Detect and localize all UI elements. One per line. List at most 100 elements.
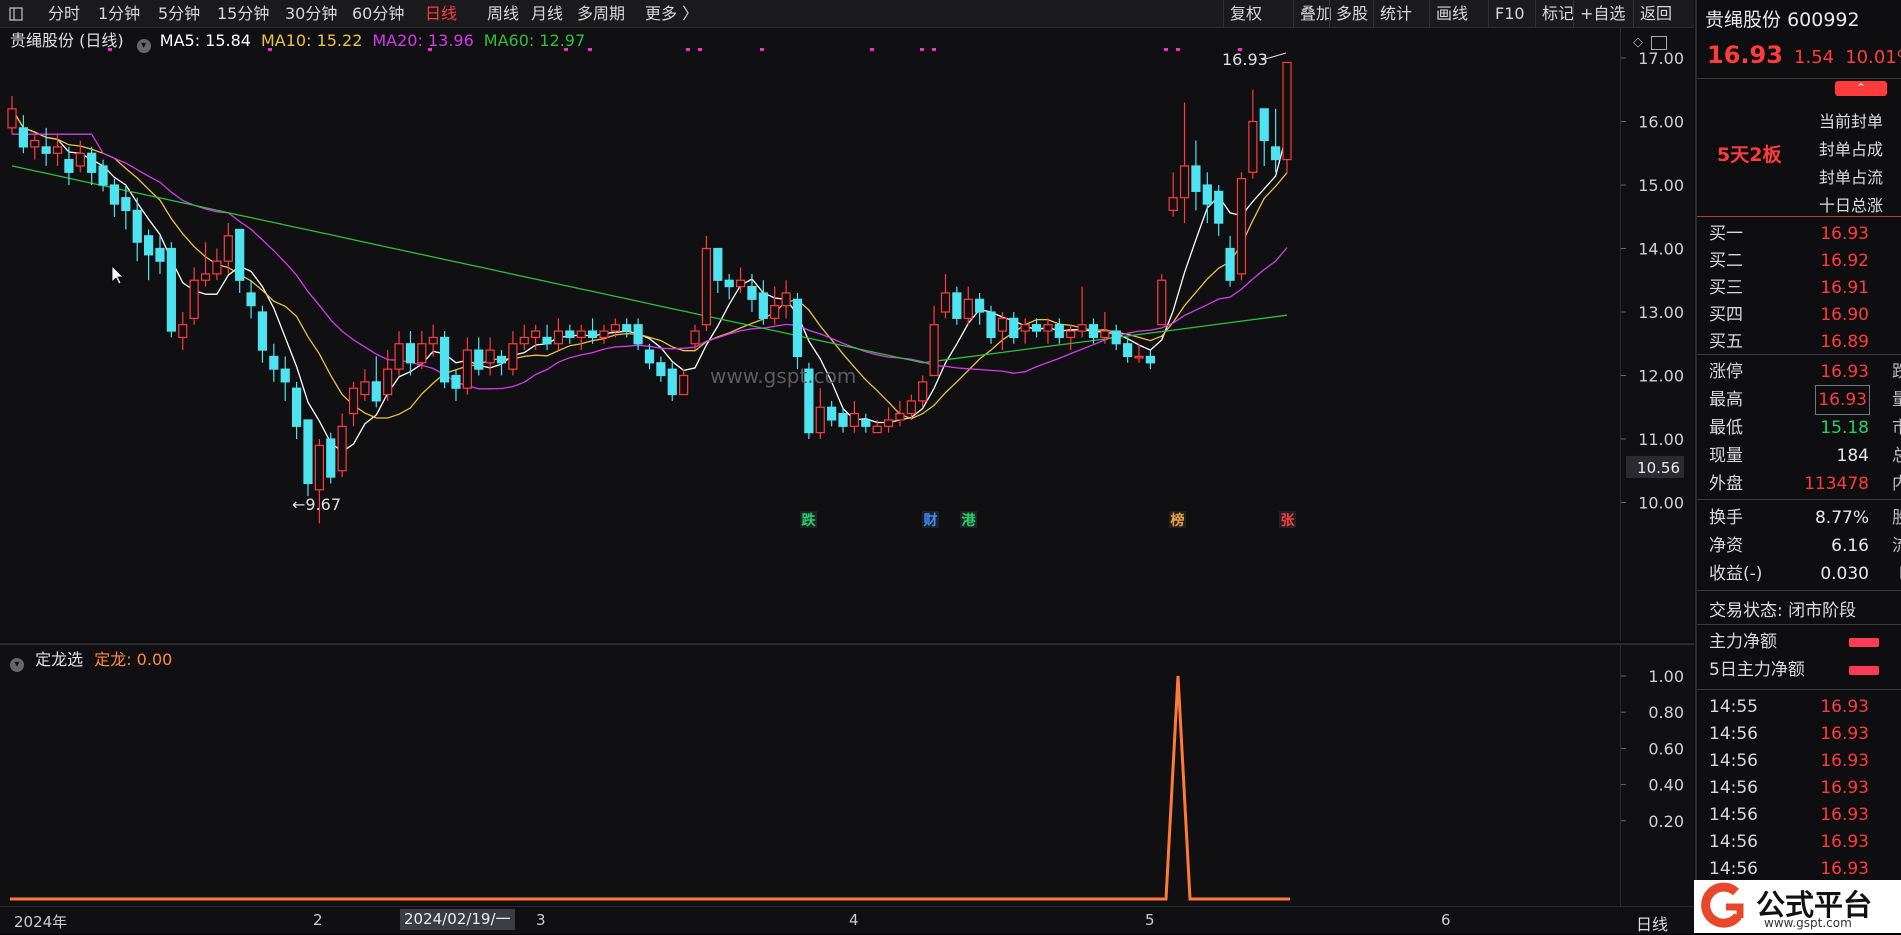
candle [667,362,677,401]
signal-marker [760,48,764,51]
candle [679,369,689,396]
brand-mark-icon [1701,882,1744,928]
candle [348,381,359,427]
stock-name: 贵绳股份 [1705,9,1782,31]
candle [144,229,154,281]
candle [929,305,939,377]
event-tag[interactable]: 榜 [1169,511,1186,529]
candle [417,331,427,370]
collapse-icon[interactable]: ⌃ [1835,81,1887,96]
legend-toggle-icon[interactable]: ▾ [136,39,151,53]
stat-row: 收益(-)0.030P [1697,560,1901,588]
indicator-panel[interactable]: 1.00 0.80 0.60 0.40 0.20 ▾ 定龙选 定龙: 0.00 [0,643,1694,907]
candle [1077,286,1087,338]
date-label-mar: 3 [536,911,546,929]
candle [1179,102,1190,224]
period-tab-7[interactable]: 周线 [487,3,519,24]
event-tag[interactable]: 跌 [800,511,817,529]
svg-text:港: 港 [962,512,977,529]
toolbar-separator [1373,0,1374,27]
seal-item: 封单占流 [1819,168,1884,187]
toolbar-button-2[interactable]: 多股 [1336,3,1368,24]
candle [940,273,951,319]
period-tab-5[interactable]: 60分钟 [352,3,404,24]
candle [291,381,302,439]
candle [975,292,985,325]
candle [1282,61,1292,174]
toolbar-separator [1573,0,1574,27]
date-label-year: 2024年 [14,913,68,931]
row-value: 16.93 [1820,778,1869,798]
row-value: 16.93 [1820,832,1869,852]
row-value: 16.93 [1820,362,1869,382]
kline-chart[interactable]: 17.00 16.00 15.00 14.00 13.00 12.00 11.00 10.00… [0,28,1694,641]
chart-settings-icon[interactable]: ◇ [1633,36,1647,50]
period-tab-8[interactable]: 月线 [531,3,563,24]
indicator-toggle-icon[interactable]: ▾ [10,658,24,672]
stat-row: 换手 8.77% 股 [1697,504,1901,532]
flow-label: 主力净额 [1709,632,1777,652]
period-tab-9[interactable]: 多周期 [577,3,625,24]
toolbar-button-8[interactable]: 返回 [1640,3,1672,24]
toolbar-button-1[interactable]: 叠加 [1300,3,1332,24]
tick-row: 14:56 16.93 [1697,747,1901,775]
candle [1248,89,1258,179]
row-value: 16.93 [1820,224,1869,244]
period-tab-6[interactable]: 日线 [425,3,457,24]
period-tab-10[interactable]: 更多 〉 [645,3,698,24]
candle [542,324,552,351]
seal-item: 当前封单 [1819,112,1884,131]
indicator-axis-panel [1620,645,1695,907]
menu-icon[interactable] [8,3,30,24]
candle [701,235,712,332]
candle [166,242,176,338]
period-tab-0[interactable]: 分时 [48,3,80,24]
candle [246,280,256,319]
event-tag[interactable]: 张 [1279,511,1296,529]
stat-row: 最低 15.18 市 [1697,414,1901,442]
brand-url: www.gspt.com [1764,916,1852,930]
candle [189,267,199,325]
row-value: 113478 [1804,474,1869,494]
stat-row: 外盘 113478 内 [1697,470,1901,498]
tick-row: 14:55 16.93 [1697,693,1901,721]
period-label[interactable]: 日线 [1636,911,1668,935]
candle [906,394,916,420]
period-tab-4[interactable]: 30分钟 [285,3,337,24]
dinglong-line [10,675,1290,901]
toolbar-separator [1488,0,1489,27]
candle [553,318,564,351]
candle [485,337,495,376]
row-value: 16.93 [1815,385,1870,415]
toolbar-separator [1633,0,1634,27]
candle [462,337,472,395]
panel-layout-icon[interactable] [1651,36,1667,50]
bid-row: 买四 16.90 [1697,301,1901,329]
indicator-legend: ▾ 定龙选 定龙: 0.00 [10,649,172,672]
candle [337,413,347,478]
mouse-cursor-icon [111,265,124,285]
toolbar-separator [1429,0,1430,27]
svg-text:榜: 榜 [1171,512,1185,529]
candle [269,343,279,382]
toolbar-button-3[interactable]: 统计 [1380,3,1412,24]
toolbar-button-4[interactable]: 画线 [1436,3,1468,24]
row-label: 外盘 [1709,474,1743,494]
toolbar-button-5[interactable]: F10 [1495,3,1525,24]
signal-marker [1176,48,1180,51]
candle [1214,185,1224,236]
period-tab-3[interactable]: 15分钟 [217,3,269,24]
period-tab-2[interactable]: 5分钟 [158,3,200,24]
toolbar-button-7[interactable]: +自选 [1580,3,1625,24]
row-label: 最低 [1709,418,1743,438]
candle [1225,235,1235,287]
event-tag[interactable]: 港 [960,511,977,529]
event-tag[interactable]: 财 [922,511,939,529]
toolbar-button-0[interactable]: 复权 [1230,3,1262,24]
row-label: 14:56 [1709,724,1758,744]
last-price: 16.93 [1707,41,1783,69]
ma-legend-item: MA20: 13.96 [372,31,474,50]
stat-row: 最高 16.93 量 [1697,385,1901,415]
period-tab-1[interactable]: 1分钟 [98,3,140,24]
toolbar-button-6[interactable]: 标记 [1542,3,1574,24]
